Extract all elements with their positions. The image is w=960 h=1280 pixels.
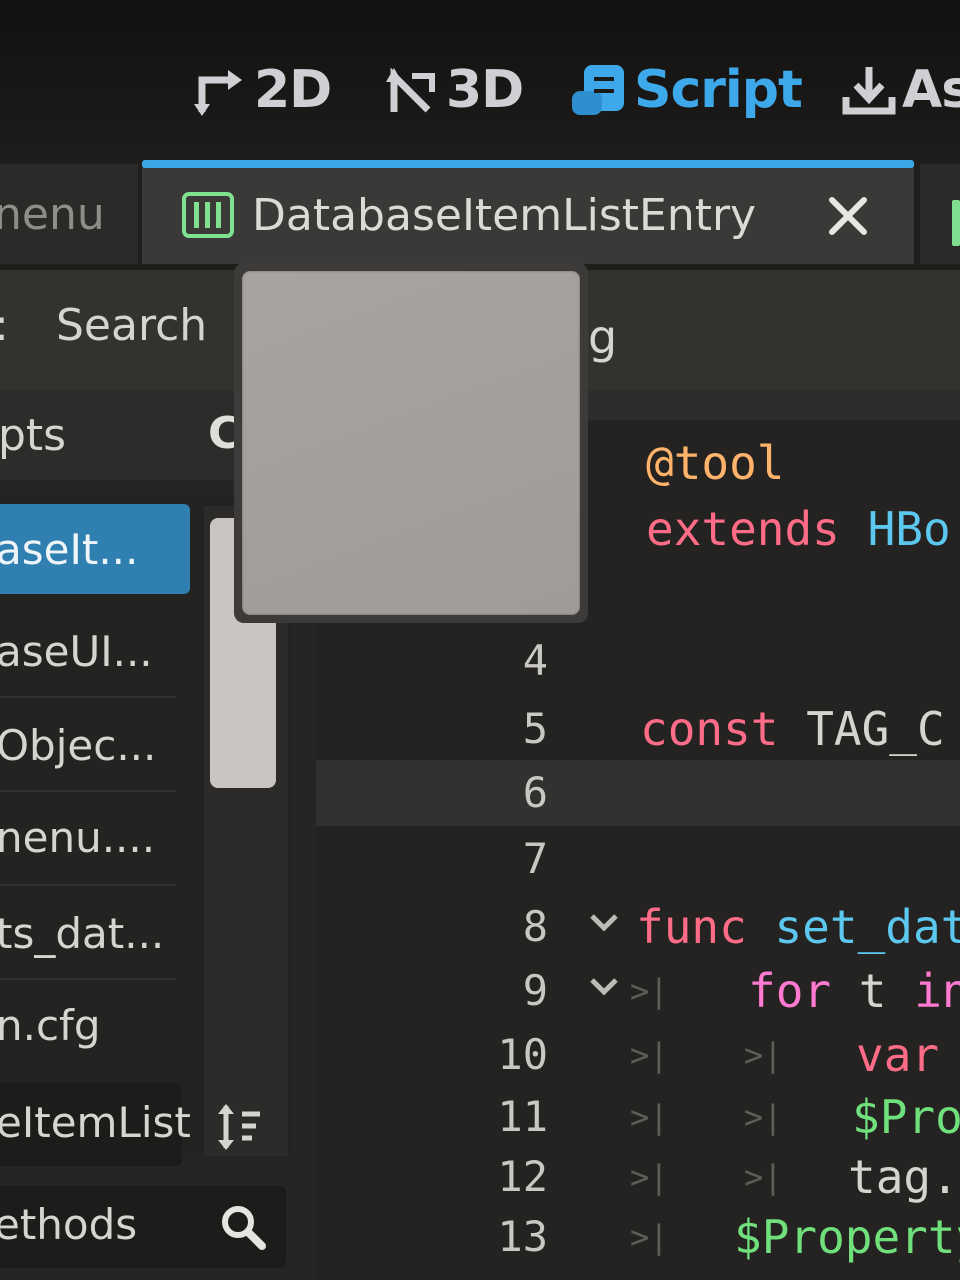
code-line: 12 >| >| tag. [316, 1144, 960, 1208]
fold-chevron-icon[interactable] [586, 968, 622, 1008]
workspace-bar: 2D 3D Script As [0, 0, 960, 160]
workspace-assetlib-button[interactable]: As [842, 54, 960, 126]
popup-preview [242, 271, 580, 615]
workspace-script-label: Script [634, 60, 803, 120]
code-line: 6 [316, 760, 960, 824]
grid-scene-icon [952, 200, 960, 246]
3d-transform-icon [386, 67, 435, 113]
script-list-item[interactable]: Objec... [0, 700, 190, 790]
debug-menu-fragment[interactable]: g [588, 310, 617, 364]
script-tab-menu-label: nenu [0, 188, 105, 240]
script-list-item[interactable]: n.cfg [0, 980, 190, 1070]
workspace-script-button[interactable]: Script [570, 54, 803, 126]
script-tab-menu[interactable]: nenu [0, 164, 138, 264]
script-list-item[interactable]: nenu.... [0, 792, 190, 882]
line-number: 10 [497, 1030, 548, 1079]
script-tab-active[interactable]: DatabaseItemListEntry [142, 160, 914, 264]
line-number: 8 [522, 902, 548, 951]
script-list-item[interactable]: aseUI... [0, 606, 190, 696]
script-list-item[interactable]: aseIt... [0, 504, 190, 594]
line-number: 11 [497, 1092, 548, 1141]
methods-filter-field[interactable]: ethods [0, 1186, 286, 1268]
line-number: 12 [497, 1152, 548, 1201]
popup-panel [234, 263, 588, 623]
line-number: 9 [522, 966, 548, 1015]
search-menu[interactable]: Search [56, 300, 207, 351]
code-line: 13 >| $Property [316, 1204, 960, 1268]
workspace-assetlib-label: As [902, 60, 960, 120]
tab-indent-marker: >| [630, 972, 669, 1010]
script-tab-active-label: DatabaseItemListEntry [252, 190, 757, 241]
code-line: 8 func set_dat [316, 894, 960, 958]
tab-indent-marker: >| [630, 1098, 669, 1136]
script-icon [572, 65, 624, 115]
asset-download-icon [842, 67, 896, 115]
line-number: 5 [522, 704, 548, 753]
script-tab-next[interactable] [920, 164, 960, 264]
fold-chevron-icon[interactable] [586, 904, 622, 944]
workspace-2d-button[interactable]: 2D [192, 54, 332, 126]
code-line: 10 >| >| var [316, 1022, 960, 1086]
code-text: for t in [748, 964, 960, 1018]
list-divider [0, 696, 176, 698]
code-line: 9 >| for t in [316, 958, 960, 1022]
script-tab-strip: nenu DatabaseItemListEntry [0, 160, 960, 270]
tab-indent-marker: >| [744, 1036, 783, 1074]
line-number: 4 [522, 636, 548, 685]
code-text: $Property [734, 1210, 960, 1264]
code-text: const TAG_C [640, 702, 945, 756]
sort-icon[interactable] [214, 1102, 264, 1156]
code-text: var [856, 1028, 940, 1082]
code-text: extends HBo [646, 502, 951, 556]
code-line: 5 const TAG_C [316, 696, 960, 760]
workspace-2d-label: 2D [254, 60, 332, 120]
tab-indent-marker: >| [630, 1218, 669, 1256]
script-list-item[interactable]: ts_dat... [0, 888, 190, 978]
code-text: func set_dat [636, 900, 960, 954]
code-line: 7 [316, 826, 960, 890]
workspace-3d-button[interactable]: 3D [382, 54, 524, 126]
grid-scene-icon [182, 192, 234, 249]
line-number: 13 [497, 1212, 548, 1261]
script-filter-header: pts C [0, 390, 240, 480]
current-script-label: eItemList [0, 1098, 191, 1147]
tab-indent-marker: >| [630, 1036, 669, 1074]
2d-move-icon [194, 70, 242, 116]
current-script-field[interactable]: eItemList [0, 1082, 191, 1166]
methods-filter-label: ethods [0, 1200, 138, 1249]
code-line: 4 [316, 628, 960, 692]
tab-indent-marker: >| [744, 1158, 783, 1196]
code-text: @tool [646, 436, 785, 490]
list-divider [0, 884, 176, 886]
line-number: 6 [522, 768, 548, 817]
tab-indent-marker: >| [744, 1098, 783, 1136]
close-tab-icon[interactable] [826, 194, 870, 249]
file-menu-fragment[interactable]: : [0, 300, 9, 351]
line-number: 7 [522, 834, 548, 883]
workspace-3d-label: 3D [446, 60, 524, 120]
search-icon[interactable] [218, 1202, 268, 1256]
code-text: tag. [848, 1150, 959, 1204]
code-text: $Pro [852, 1090, 960, 1144]
scripts-header-label: pts [0, 410, 67, 461]
code-line: 11 >| >| $Pro [316, 1084, 960, 1148]
tab-indent-marker: >| [630, 1158, 669, 1196]
